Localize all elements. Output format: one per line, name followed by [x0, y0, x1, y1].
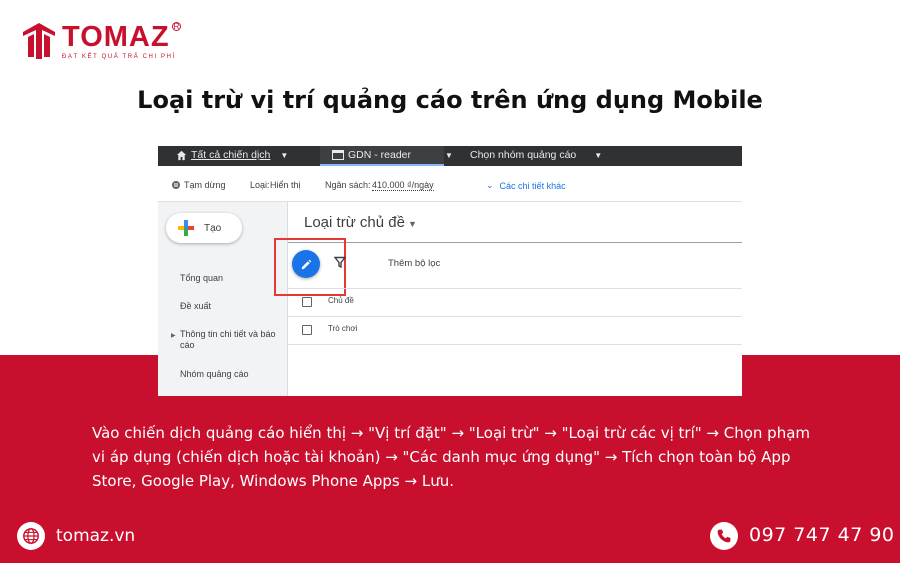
display-campaign-icon — [332, 150, 344, 160]
chevron-down-icon: ▼ — [407, 219, 417, 229]
ad-group-selector[interactable]: Chọn nhóm quảng cáo ▼ — [470, 149, 602, 161]
brand-name: TOMAZ — [62, 21, 170, 53]
type-value: Hiển thị — [270, 180, 301, 190]
brand-logo: TOMAZ R ĐẠT KẾT QUẢ TRẢ CHI PHÍ — [22, 21, 192, 66]
google-ads-screenshot: Tất cả chiến dịch ▼ GDN - reader ▼ Chọn … — [158, 146, 742, 396]
budget-value[interactable]: 410.000 ₫/ngày — [372, 180, 434, 191]
pause-icon — [172, 181, 180, 189]
campaign-name: GDN - reader — [348, 149, 412, 161]
chevron-down-icon: ▼ — [445, 150, 453, 160]
chevron-down-icon: ▼ — [594, 150, 603, 160]
table-header-row: Chủ đề — [288, 288, 742, 314]
divider — [288, 344, 742, 345]
sidebar-item-ad-groups[interactable]: Nhóm quảng cáo — [180, 369, 249, 380]
filter-icon[interactable] — [334, 256, 346, 268]
row-checkbox[interactable] — [302, 325, 312, 335]
campaign-status[interactable]: Tạm dừng — [172, 180, 226, 190]
navigation-sidebar: Tạo Tổng quan Đề xuất ▶ Thông tin chi ti… — [158, 202, 288, 396]
sidebar-item-insights-cont[interactable]: cáo — [180, 340, 195, 351]
row-topic-label: Trò chơi — [328, 324, 358, 333]
all-campaigns-link[interactable]: Tất cả chiến dịch ▼ — [176, 149, 288, 161]
globe-icon — [17, 522, 45, 550]
tomaz-logo-mark-icon — [23, 23, 55, 59]
divider — [288, 242, 742, 243]
chevron-down-icon: ▼ — [280, 150, 289, 160]
chevron-down-icon: ⌄ — [486, 180, 494, 190]
panel-title[interactable]: Loại trừ chủ đề ▼ — [304, 214, 417, 231]
registered-mark: R — [172, 22, 181, 31]
campaign-topbar: Tất cả chiến dịch ▼ GDN - reader ▼ Chọn … — [158, 146, 742, 166]
expand-arrow-icon[interactable]: ▶ — [171, 332, 176, 339]
home-icon — [176, 150, 187, 160]
campaign-selector[interactable]: GDN - reader ▼ — [332, 149, 453, 161]
website-link[interactable]: tomaz.vn — [56, 526, 135, 546]
phone-icon — [710, 522, 738, 550]
sidebar-item-recommendations[interactable]: Đề xuất — [180, 301, 211, 312]
column-header-topic: Chủ đề — [328, 296, 354, 305]
table-row: Trò chơi — [288, 316, 742, 342]
more-details-label: Các chi tiết khác — [499, 180, 566, 191]
plus-icon — [178, 220, 194, 236]
ad-group-label: Chọn nhóm quảng cáo — [470, 149, 577, 161]
select-all-checkbox[interactable] — [302, 297, 312, 307]
type-label: Loại: — [250, 180, 270, 190]
exclusions-panel: Loại trừ chủ đề ▼ Thêm bộ lọc Chủ đề Trò … — [274, 202, 742, 396]
more-details-link[interactable]: ⌄ Các chi tiết khác — [486, 180, 566, 191]
sidebar-item-overview[interactable]: Tổng quan — [180, 273, 223, 284]
create-button[interactable]: Tạo — [166, 213, 242, 243]
phone-number[interactable]: 097 747 47 90 — [749, 524, 895, 546]
all-campaigns-label: Tất cả chiến dịch — [191, 149, 271, 161]
create-label: Tạo — [204, 222, 222, 234]
add-filter-button[interactable]: Thêm bộ lọc — [388, 258, 440, 269]
brand-tagline: ĐẠT KẾT QUẢ TRẢ CHI PHÍ — [62, 54, 176, 60]
instruction-text: Vào chiến dịch quảng cáo hiển thị → "Vị … — [92, 424, 811, 490]
budget-label: Ngân sách: — [325, 180, 371, 190]
sidebar-item-insights[interactable]: Thông tin chi tiết và báo — [180, 329, 276, 340]
panel-title-label: Loại trừ chủ đề — [304, 214, 405, 231]
campaign-status-bar: Tạm dừng Loại: Hiển thị Ngân sách: 410.0… — [158, 166, 742, 202]
page-title: Loại trừ vị trí quảng cáo trên ứng dụng … — [137, 86, 763, 114]
status-label: Tạm dừng — [184, 180, 226, 190]
